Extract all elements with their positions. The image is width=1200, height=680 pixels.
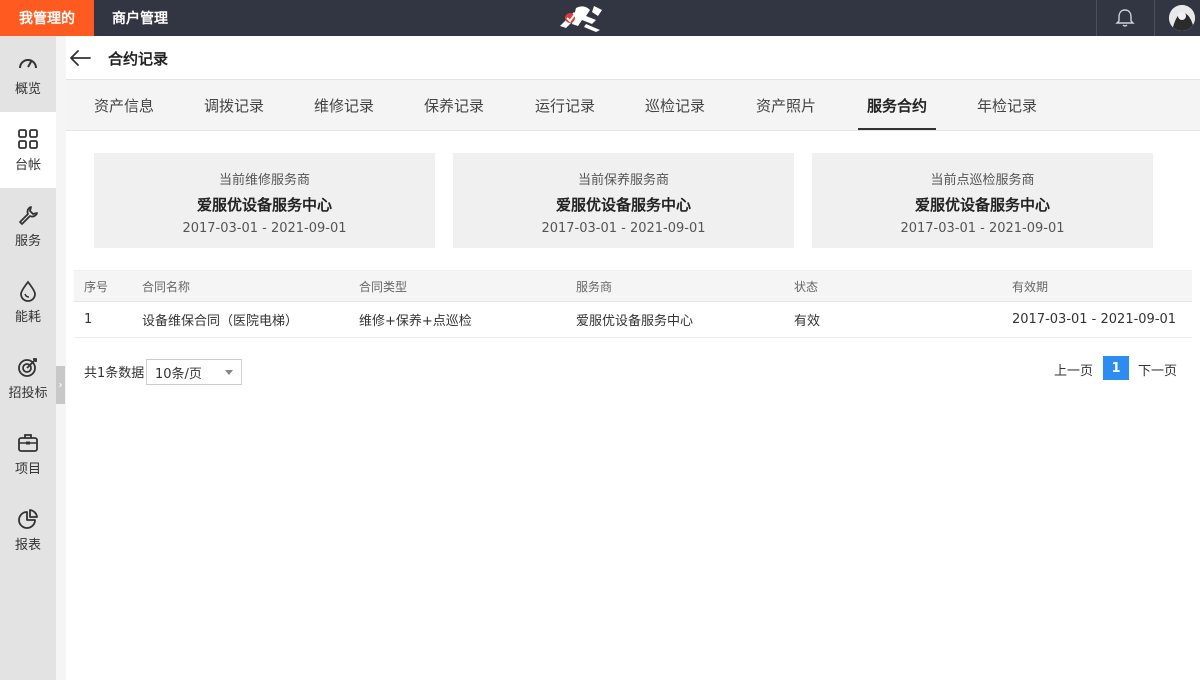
tab-operation-records[interactable]: 运行记录	[535, 80, 595, 130]
cell-contract-name: 设备维保合同（医院电梯）	[142, 314, 299, 329]
sidebar-item-project[interactable]: 项目	[0, 416, 56, 492]
back-arrow-icon[interactable]	[68, 47, 92, 69]
tab-repair-records[interactable]: 维修记录	[314, 80, 374, 130]
card-provider-name: 爱服优设备服务中心	[196, 196, 332, 214]
card-period: 2017-03-01 - 2021-09-01	[900, 221, 1065, 236]
cell-index: 1	[84, 312, 93, 327]
topbar-divider	[1096, 0, 1097, 36]
sidebar: 概览 台帐 服务 能耗 招投标 项目 报表	[0, 36, 56, 680]
briefcase-icon	[18, 433, 38, 452]
tab-asset-photos[interactable]: 资产照片	[756, 80, 816, 130]
content-left-strip	[56, 36, 66, 680]
tab-service-contracts[interactable]: 服务合约	[858, 80, 936, 130]
inspection-provider-card: 当前点巡检服务商 爱服优设备服务中心 2017-03-01 - 2021-09-…	[812, 153, 1153, 248]
sidebar-item-label: 能耗	[14, 309, 41, 325]
sidebar-item-label: 报表	[14, 537, 41, 553]
caret-down-icon	[225, 370, 233, 375]
tab-maintenance-records[interactable]: 保养记录	[424, 80, 484, 130]
table-header: 序号 合同名称 合同类型 服务商 状态 有效期	[74, 270, 1192, 302]
avatar[interactable]	[1169, 5, 1195, 31]
table-row[interactable]: 1 设备维保合同（医院电梯） 维修+保养+点巡检 爱服优设备服务中心 有效 20…	[74, 302, 1192, 338]
sidebar-item-label: 台帐	[14, 157, 41, 173]
sidebar-item-bidding[interactable]: 招投标	[0, 340, 56, 416]
top-bar: 我管理的 商户管理	[0, 0, 1200, 36]
prev-page-button[interactable]: 上一页	[1054, 360, 1093, 379]
runner-logo-icon	[560, 6, 602, 32]
drop-icon	[20, 280, 36, 302]
card-label: 当前维修服务商	[218, 173, 310, 188]
target-icon	[18, 357, 37, 377]
tab-asset-info[interactable]: 资产信息	[94, 80, 154, 130]
column-header-contract-type: 合同类型	[359, 279, 408, 294]
cell-validity: 2017-03-01 - 2021-09-01	[1012, 312, 1177, 327]
sidebar-item-energy[interactable]: 能耗	[0, 264, 56, 340]
repair-provider-card: 当前维修服务商 爱服优设备服务中心 2017-03-01 - 2021-09-0…	[94, 153, 435, 248]
pie-chart-icon	[18, 508, 38, 529]
tab-inspection-records[interactable]: 巡检记录	[645, 80, 705, 130]
grid-icon	[18, 128, 38, 149]
tab-transfer-records[interactable]: 调拨记录	[204, 80, 264, 130]
sidebar-item-ledger[interactable]: 台帐	[0, 112, 56, 188]
cell-status: 有效	[794, 314, 821, 329]
user-avatar-icon	[1169, 5, 1195, 31]
column-header-index: 序号	[84, 279, 109, 294]
page-header: 合约记录	[66, 36, 1200, 80]
contracts-table: 序号 合同名称 合同类型 服务商 状态 有效期 1 设备维保合同（医院电梯） 维…	[74, 270, 1192, 338]
cell-contract-type: 维修+保养+点巡检	[359, 314, 472, 329]
cell-provider: 爱服优设备服务中心	[576, 314, 694, 329]
card-provider-name: 爱服优设备服务中心	[555, 196, 691, 214]
card-label: 当前点巡检服务商	[930, 173, 1035, 188]
wrench-icon	[19, 205, 38, 225]
column-header-contract-name: 合同名称	[142, 279, 191, 294]
record-tabs: 资产信息 调拨记录 维修记录 保养记录 运行记录 巡检记录 资产照片 服务合约 …	[66, 80, 1200, 131]
sidebar-item-overview[interactable]: 概览	[0, 36, 56, 112]
next-page-button[interactable]: 下一页	[1138, 360, 1177, 379]
chevron-right-icon: ›	[58, 379, 63, 391]
card-period: 2017-03-01 - 2021-09-01	[182, 221, 347, 236]
topbar-divider	[1154, 0, 1155, 36]
my-managed-tab[interactable]: 我管理的	[0, 0, 94, 36]
card-label: 当前保养服务商	[577, 173, 669, 188]
bell-icon[interactable]	[1114, 8, 1136, 28]
sidebar-item-report[interactable]: 报表	[0, 492, 56, 568]
total-count: 共1条数据	[84, 366, 145, 381]
sidebar-item-label: 概览	[14, 81, 41, 97]
page-number-button[interactable]: 1	[1103, 356, 1129, 380]
card-provider-name: 爱服优设备服务中心	[914, 196, 1050, 214]
sidebar-collapse-handle[interactable]: ›	[56, 366, 65, 404]
maintenance-provider-card: 当前保养服务商 爱服优设备服务中心 2017-03-01 - 2021-09-0…	[453, 153, 794, 248]
tab-annual-inspection[interactable]: 年检记录	[976, 80, 1038, 130]
column-header-validity: 有效期	[1012, 279, 1049, 294]
sidebar-item-label: 项目	[14, 461, 41, 477]
column-header-status: 状态	[794, 279, 819, 294]
sidebar-item-label: 服务	[14, 233, 41, 249]
merchant-management-tab[interactable]: 商户管理	[112, 0, 168, 36]
sidebar-item-service[interactable]: 服务	[0, 188, 56, 264]
column-header-provider: 服务商	[576, 279, 613, 294]
page-size-value: 10条/页	[155, 366, 202, 382]
card-period: 2017-03-01 - 2021-09-01	[541, 221, 706, 236]
page-title: 合约记录	[108, 50, 169, 68]
sidebar-item-label: 招投标	[8, 385, 48, 401]
speedometer-icon	[19, 58, 37, 68]
page-size-select[interactable]: 10条/页	[146, 359, 242, 385]
